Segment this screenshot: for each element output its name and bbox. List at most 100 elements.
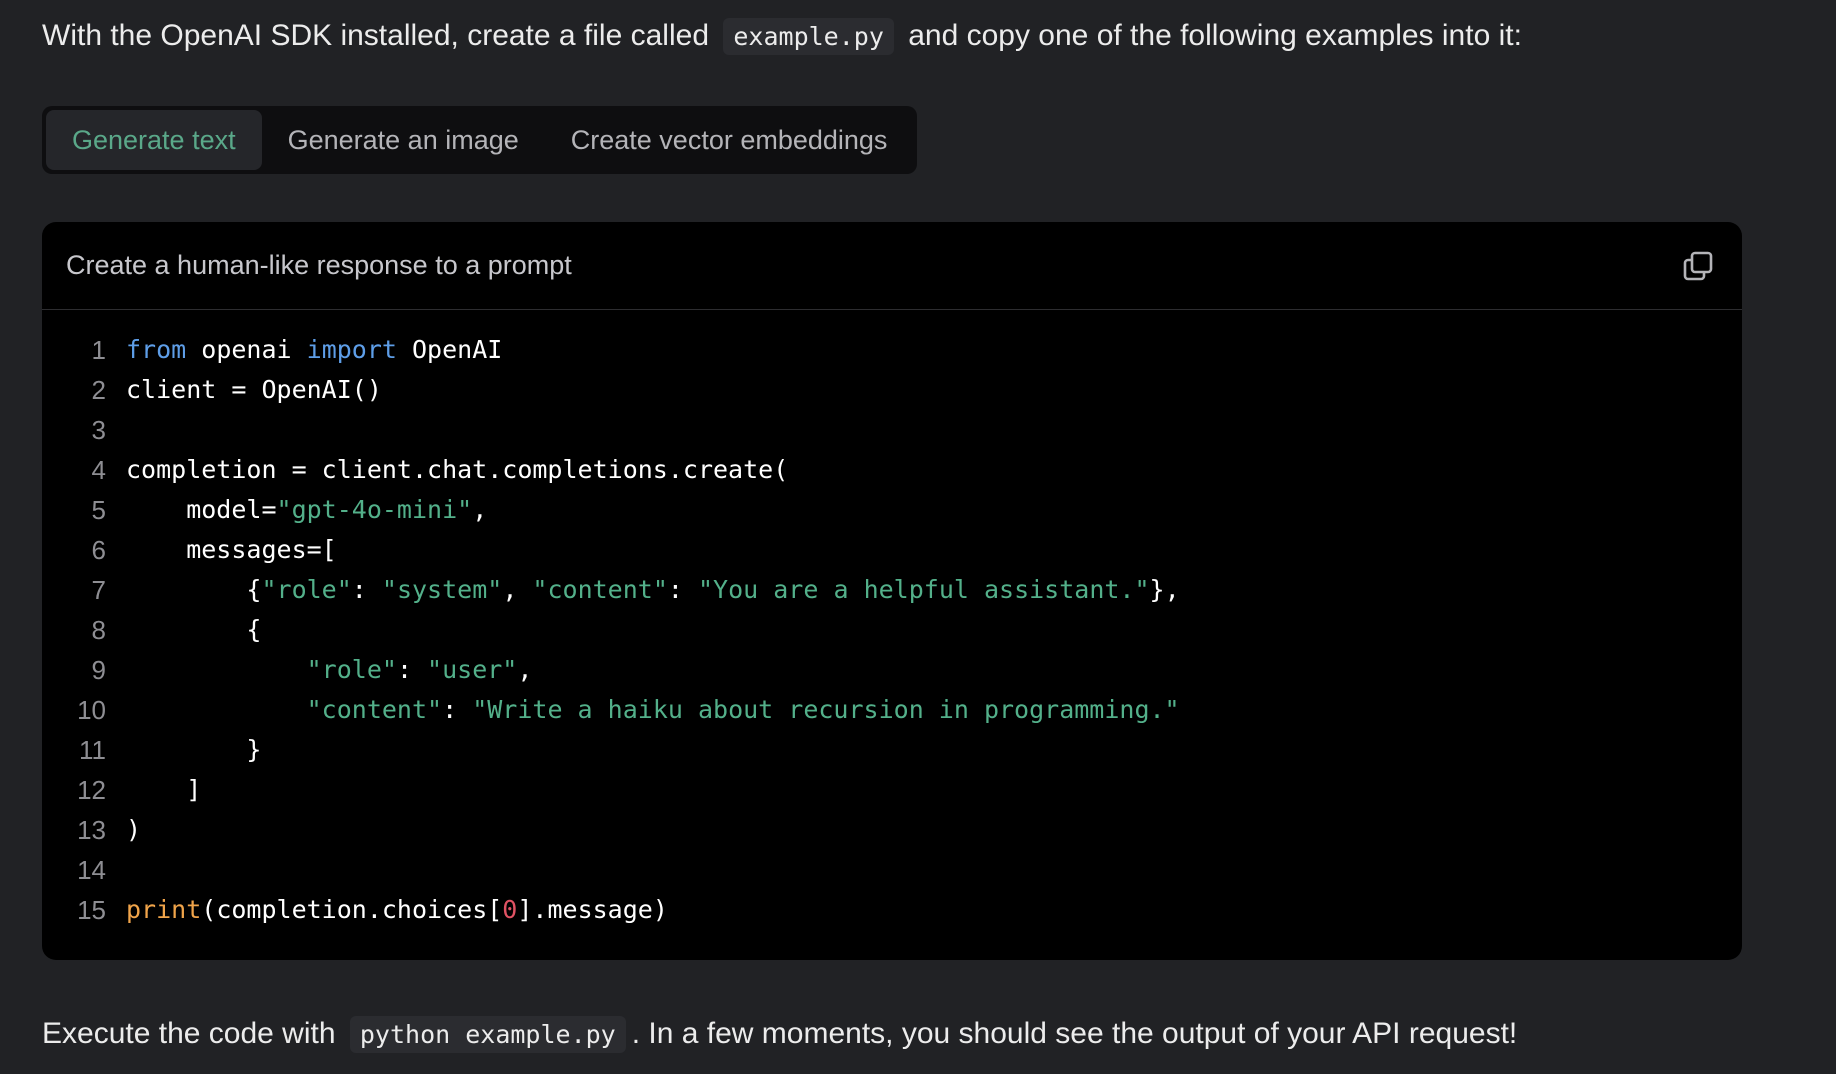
- copy-icon: [1683, 251, 1713, 280]
- code-line: 4 completion = client.chat.completions.cr…: [42, 450, 1742, 490]
- line-number: 15: [77, 895, 106, 925]
- outro-text-after: . In a few moments, you should see the o…: [631, 1017, 1518, 1050]
- code-token: client = OpenAI(): [126, 375, 382, 404]
- code-token: print: [126, 895, 202, 924]
- code-line: 1 from openai import OpenAI: [42, 330, 1742, 370]
- code-token: :: [442, 695, 473, 724]
- intro-paragraph: With the OpenAI SDK installed, create a …: [42, 16, 1522, 57]
- code-token: "user": [427, 655, 518, 684]
- code-token: ]: [126, 775, 202, 804]
- line-number: 13: [77, 815, 106, 845]
- code-text: {: [106, 610, 261, 650]
- code-token: "content": [306, 695, 443, 724]
- code-token: ): [126, 815, 142, 844]
- line-number: 4: [91, 455, 106, 485]
- code-token: :: [667, 575, 698, 604]
- code-token: {: [126, 615, 262, 644]
- code-token: OpenAI: [396, 335, 503, 364]
- code-line: 8 {: [42, 610, 1742, 650]
- line-number: 11: [79, 735, 106, 765]
- code-text: client = OpenAI(): [106, 370, 382, 410]
- line-number: 10: [77, 695, 106, 725]
- line-number: 5: [91, 495, 106, 525]
- code-text: messages=[: [106, 530, 337, 570]
- line-number: 9: [91, 655, 106, 685]
- code-token: "system": [381, 575, 503, 604]
- code-token: 0: [502, 895, 518, 924]
- line-number: 7: [91, 575, 106, 605]
- line-number: 3: [91, 415, 106, 445]
- code-token: "You are a helpful assistant.": [698, 575, 1150, 604]
- code-token: :: [396, 655, 428, 684]
- code-token: model=: [126, 495, 277, 524]
- code-line: 9 "role": "user",: [42, 650, 1742, 690]
- example-tabs: Generate text Generate an image Create v…: [42, 106, 918, 174]
- inline-code-filename: example.py: [723, 18, 894, 55]
- code-token: "gpt-4o-mini": [276, 495, 473, 524]
- tab-generate-text[interactable]: Generate text: [46, 110, 262, 170]
- code-text: ]: [106, 770, 201, 810]
- code-text: ): [106, 810, 141, 850]
- code-token: (completion.choices[: [201, 895, 503, 924]
- code-token: "Write a haiku about recursion in progra…: [472, 695, 1180, 724]
- line-number: 12: [77, 775, 106, 805]
- code-token: import: [306, 335, 397, 364]
- code-block: Create a human-like response to a prompt…: [42, 222, 1742, 960]
- code-line: 13): [42, 810, 1742, 850]
- code-token: ,: [472, 495, 488, 524]
- code-text: "role": "user",: [106, 650, 533, 690]
- code-line: 12 ]: [42, 770, 1742, 810]
- code-token: "role": [261, 575, 352, 604]
- code-token: ].message): [517, 895, 668, 924]
- code-token: }: [126, 735, 262, 764]
- line-number: 1: [91, 335, 106, 365]
- outro-paragraph: Execute the code with python example.py.…: [42, 1014, 1517, 1055]
- copy-button[interactable]: [1678, 246, 1718, 286]
- tab-generate-image[interactable]: Generate an image: [262, 110, 545, 170]
- line-number: 2: [91, 375, 106, 405]
- code-token: {: [126, 575, 262, 604]
- tab-create-embeddings[interactable]: Create vector embeddings: [545, 110, 914, 170]
- code-text: model="gpt-4o-mini",: [106, 490, 487, 530]
- code-text: }: [106, 730, 261, 770]
- line-number: 14: [77, 855, 106, 885]
- code-line: 7 {"role": "system", "content": "You are…: [42, 570, 1742, 610]
- line-number: 6: [91, 535, 106, 565]
- code-text: {"role": "system", "content": "You are a…: [106, 570, 1180, 610]
- code-block-header: Create a human-like response to a prompt: [42, 222, 1742, 310]
- code-line: 3: [42, 410, 1742, 450]
- code-body: 1 from openai import OpenAI 2 client = Open…: [42, 310, 1742, 930]
- quickstart-section: With the OpenAI SDK installed, create a …: [0, 0, 1836, 1074]
- code-token: ,: [517, 655, 533, 684]
- code-line: 6 messages=[: [42, 530, 1742, 570]
- code-line: 2 client = OpenAI(): [42, 370, 1742, 410]
- code-token: from: [126, 335, 187, 364]
- code-text: from openai import OpenAI: [106, 330, 502, 370]
- code-line: 5 model="gpt-4o-mini",: [42, 490, 1742, 530]
- code-token: "role": [306, 655, 397, 684]
- code-line: 15 print(completion.choices[0].message): [42, 890, 1742, 930]
- outro-text-before: Execute the code with: [42, 1017, 336, 1050]
- inline-code-command: python example.py: [349, 1016, 626, 1053]
- code-token: ,: [502, 575, 533, 604]
- code-text: completion = client.chat.completions.cre…: [106, 450, 788, 490]
- line-number: 8: [91, 615, 106, 645]
- code-token: completion = client.chat.completions.cre…: [126, 455, 789, 484]
- code-line: 14: [42, 850, 1742, 890]
- code-text: "content": "Write a haiku about recursio…: [106, 690, 1180, 730]
- code-text: print(completion.choices[0].message): [106, 890, 668, 930]
- code-token: :: [351, 575, 382, 604]
- code-token: },: [1149, 575, 1180, 604]
- intro-text-after: and copy one of the following examples i…: [908, 19, 1522, 52]
- code-token: "content": [532, 575, 668, 604]
- code-token: messages=[: [126, 535, 337, 564]
- code-token: openai: [186, 335, 307, 364]
- code-line: 10 "content": "Write a haiku about recur…: [42, 690, 1742, 730]
- intro-text-before: With the OpenAI SDK installed, create a …: [42, 19, 710, 52]
- code-line: 11 }: [42, 730, 1742, 770]
- code-block-title: Create a human-like response to a prompt: [66, 250, 572, 280]
